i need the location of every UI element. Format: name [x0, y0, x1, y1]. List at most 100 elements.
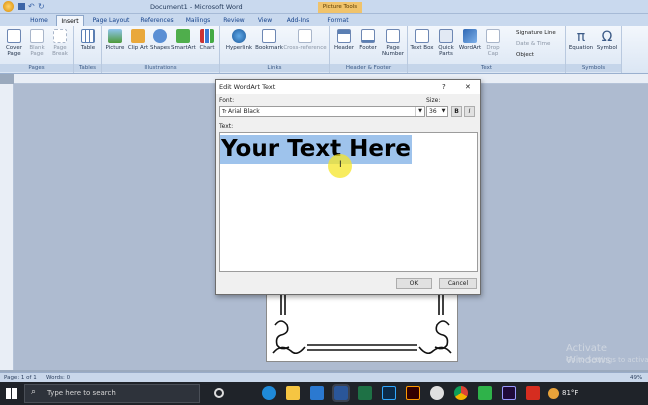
symbol-button[interactable]: Ω Symbol [594, 29, 620, 51]
undo-icon[interactable]: ↶ [28, 2, 35, 11]
text-label: Text: [219, 123, 234, 130]
word-icon[interactable] [332, 384, 350, 402]
shapes-button[interactable]: Shapes [149, 29, 171, 51]
task-view-icon[interactable] [214, 388, 224, 398]
chart-icon [200, 29, 214, 43]
cancel-button[interactable]: Cancel [439, 278, 477, 289]
signature-line-button[interactable]: Signature Line [516, 30, 556, 36]
page-break-icon [53, 29, 67, 43]
text-cursor-icon: I [339, 160, 342, 170]
quick-parts-icon [439, 29, 453, 43]
tab-view[interactable]: View [254, 15, 276, 26]
tab-format[interactable]: Format [322, 15, 354, 26]
blank-page-button[interactable]: Blank Page [26, 29, 48, 57]
tab-review[interactable]: Review [220, 15, 248, 26]
redo-icon[interactable]: ↻ [38, 2, 45, 11]
camtasia-icon[interactable] [478, 386, 492, 400]
recorder-icon[interactable] [526, 386, 540, 400]
picture-button[interactable]: Picture [104, 29, 126, 51]
premiere-icon[interactable] [502, 386, 516, 400]
table-button[interactable]: Table [77, 29, 99, 51]
chevron-down-icon[interactable]: ▼ [415, 107, 424, 116]
dialog-title-bar: Edit WordArt Text ? ✕ [216, 80, 480, 94]
explorer-icon[interactable] [286, 386, 300, 400]
cross-reference-button[interactable]: Cross-reference [283, 29, 327, 51]
illustrator-icon[interactable] [406, 386, 420, 400]
smartart-button[interactable]: SmartArt [171, 29, 196, 51]
size-chevron-down-icon[interactable]: ▼ [440, 107, 447, 116]
help-button[interactable]: ? [442, 80, 446, 94]
edge-icon[interactable] [262, 386, 276, 400]
group-label-illustrations: Illustrations [102, 64, 219, 72]
windows-start-icon[interactable] [6, 388, 17, 399]
date-time-button[interactable]: Date & Time [516, 41, 550, 47]
shapes-icon [153, 29, 167, 43]
drop-cap-icon [486, 29, 500, 43]
temperature[interactable]: 81°F [562, 389, 578, 397]
group-links: Hyperlink Bookmark Cross-reference Links [220, 26, 330, 73]
search-icon: ⌕ [31, 387, 37, 397]
drop-cap-button[interactable]: Drop Cap [482, 29, 504, 57]
tab-home[interactable]: Home [26, 15, 52, 26]
group-label-symbols: Symbols [566, 64, 621, 72]
window-title: Document1 - Microsoft Word [150, 3, 243, 11]
tab-insert[interactable]: Insert [56, 15, 84, 26]
tab-add-ins[interactable]: Add-Ins [282, 15, 314, 26]
clip-art-button[interactable]: Clip Art [127, 29, 149, 51]
group-text: Text Box Quick Parts WordArt Drop Cap Si… [408, 26, 566, 73]
chrome-icon[interactable] [454, 386, 468, 400]
ok-button[interactable]: OK [396, 278, 432, 289]
font-label: Font: [219, 97, 235, 104]
clip-art-icon [131, 29, 145, 43]
bookmark-button[interactable]: Bookmark [254, 29, 284, 51]
page-break-button[interactable]: Page Break [49, 29, 71, 57]
activate-windows-hint: Go to Settings to activate Windows. [566, 356, 648, 364]
bookmark-icon [262, 29, 276, 43]
office-button[interactable] [3, 1, 14, 12]
size-select[interactable]: 36 ▼ [426, 106, 448, 117]
edit-wordart-dialog: Edit WordArt Text ? ✕ Font: Tr Arial Bla… [215, 79, 481, 295]
page-number-icon [386, 29, 400, 43]
equation-button[interactable]: π Equation [568, 29, 594, 51]
tab-references[interactable]: References [138, 15, 176, 26]
font-select[interactable]: Tr Arial Black ▼ [219, 106, 425, 117]
bold-button[interactable]: B [451, 106, 462, 117]
group-symbols: π Equation Ω Symbol Symbols [566, 26, 622, 73]
header-icon [337, 29, 351, 43]
page[interactable] [266, 294, 458, 362]
tab-page-layout[interactable]: Page Layout [88, 15, 134, 26]
text-box-button[interactable]: Text Box [410, 29, 434, 51]
page-number-button[interactable]: Page Number [380, 29, 406, 57]
italic-button[interactable]: I [464, 106, 475, 117]
photoshop-icon[interactable] [382, 386, 396, 400]
cover-page-icon [7, 29, 21, 43]
cover-page-button[interactable]: Cover Page [3, 29, 25, 57]
chart-button[interactable]: Chart [196, 29, 218, 51]
size-label: Size: [426, 97, 441, 104]
save-icon[interactable] [18, 3, 25, 10]
group-illustrations: Picture Clip Art Shapes SmartArt Chart I… [102, 26, 220, 73]
group-pages: Cover Page Blank Page Page Break Pages [0, 26, 74, 73]
ribbon: Cover Page Blank Page Page Break Pages T… [0, 26, 648, 74]
group-header-footer: Header Footer Page Number Header & Foote… [330, 26, 408, 73]
pi-icon: π [576, 29, 586, 45]
footer-button[interactable]: Footer [356, 29, 380, 51]
wordart-button[interactable]: WordArt [458, 29, 482, 51]
text-box-icon [415, 29, 429, 43]
wordart-selected-text[interactable]: Your Text Here [220, 135, 412, 164]
header-button[interactable]: Header [332, 29, 356, 51]
omega-icon: Ω [601, 29, 613, 45]
excel-icon[interactable] [358, 386, 372, 400]
quick-parts-button[interactable]: Quick Parts [434, 29, 458, 57]
mail-icon[interactable] [310, 386, 324, 400]
tab-mailings[interactable]: Mailings [182, 15, 214, 26]
footer-icon [361, 29, 375, 43]
wordart-icon [463, 29, 477, 43]
media-player-icon[interactable] [430, 386, 444, 400]
close-icon[interactable]: ✕ [465, 80, 471, 94]
taskbar-search[interactable]: Type here to search [24, 384, 200, 403]
object-button[interactable]: Object [516, 52, 534, 58]
dialog-title: Edit WordArt Text [219, 83, 276, 91]
hyperlink-button[interactable]: Hyperlink [224, 29, 254, 51]
weather-icon [548, 388, 559, 399]
